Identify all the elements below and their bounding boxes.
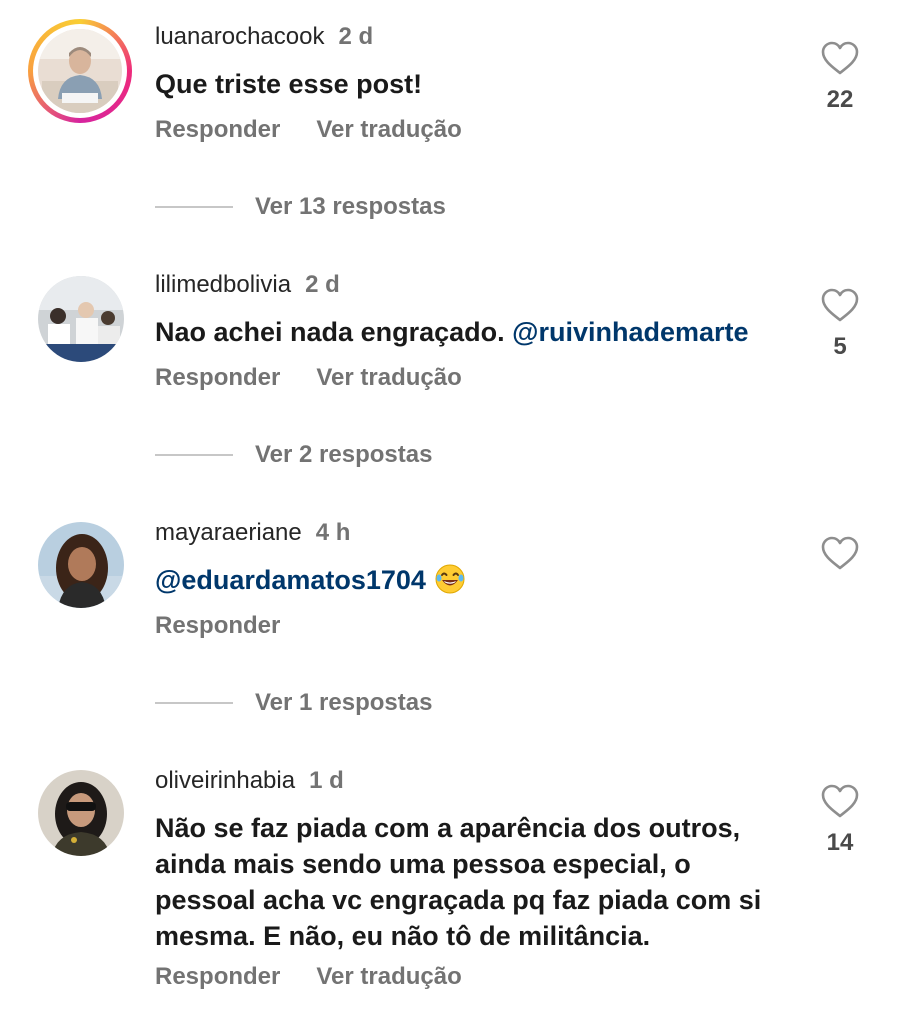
reply-button[interactable]: Responder: [155, 364, 280, 391]
comment-actions: Responder Ver tradução: [155, 363, 462, 393]
heart-icon[interactable]: [820, 287, 860, 323]
comment-actions: Responder: [155, 611, 280, 641]
heart-icon[interactable]: [820, 40, 860, 76]
timestamp: 1 d: [309, 767, 344, 794]
divider: [155, 454, 233, 456]
avatar-photo: [38, 770, 124, 856]
avatar[interactable]: [28, 19, 132, 123]
view-replies-button[interactable]: Ver 2 respostas: [155, 440, 432, 470]
avatar[interactable]: [38, 770, 124, 856]
like-count: 14: [826, 829, 854, 856]
heart-icon[interactable]: [820, 783, 860, 819]
comment-text: @eduardamatos1704: [155, 562, 795, 598]
reply-button[interactable]: Responder: [155, 963, 280, 990]
username[interactable]: mayaraeriane: [155, 519, 302, 546]
translate-button[interactable]: Ver tradução: [316, 963, 461, 990]
translate-button[interactable]: Ver tradução: [316, 116, 461, 143]
view-replies-label: Ver 13 respostas: [255, 193, 446, 220]
like-count: 5: [833, 333, 847, 360]
divider: [155, 206, 233, 208]
view-replies-label: Ver 2 respostas: [255, 441, 433, 468]
translate-button[interactable]: Ver tradução: [316, 364, 461, 391]
like-control: 22: [818, 40, 862, 114]
username[interactable]: lilimedbolivia: [155, 271, 291, 298]
comments-list: luanarochacook 2 d Que triste esse post! …: [0, 0, 911, 1024]
view-replies-button[interactable]: Ver 13 respostas: [155, 192, 446, 222]
avatar[interactable]: [38, 522, 124, 608]
comment-text: Nao achei nada engraçado. @ruivinhademar…: [155, 314, 795, 350]
heart-icon[interactable]: [820, 535, 860, 571]
divider: [155, 702, 233, 704]
comment-header: mayaraeriane 4 h: [155, 518, 350, 548]
avatar-photo: [38, 522, 124, 608]
laughing-tears-emoji-icon: [435, 564, 465, 594]
comment-actions: Responder Ver tradução: [155, 962, 462, 992]
timestamp: 4 h: [315, 519, 351, 546]
like-control: 5: [818, 287, 862, 361]
avatar-photo: [38, 29, 122, 113]
like-count: 22: [826, 86, 854, 113]
view-replies-button[interactable]: Ver 1 respostas: [155, 688, 432, 718]
username[interactable]: luanarochacook: [155, 23, 324, 50]
comment-text: Que triste esse post!: [155, 69, 423, 99]
username[interactable]: oliveirinhabia: [155, 767, 295, 794]
view-replies-label: Ver 1 respostas: [255, 689, 433, 716]
timestamp: 2 d: [305, 271, 340, 298]
like-control: [818, 535, 862, 571]
reply-button[interactable]: Responder: [155, 612, 280, 639]
comment-header: lilimedbolivia 2 d: [155, 270, 340, 300]
comment-actions: Responder Ver tradução: [155, 115, 462, 145]
comment-text: Não se faz piada com a aparência dos out…: [155, 813, 762, 951]
reply-button[interactable]: Responder: [155, 116, 280, 143]
comment-header: oliveirinhabia 1 d: [155, 766, 344, 796]
comment-header: luanarochacook 2 d: [155, 22, 373, 52]
mention-link[interactable]: @eduardamatos1704: [155, 565, 426, 595]
timestamp: 2 d: [338, 23, 374, 50]
comment-text-body: Nao achei nada engraçado.: [155, 317, 505, 347]
mention-link[interactable]: @ruivinhademarte: [512, 317, 748, 347]
like-control: 14: [818, 783, 862, 857]
avatar[interactable]: [38, 276, 124, 362]
avatar-photo: [38, 276, 124, 362]
